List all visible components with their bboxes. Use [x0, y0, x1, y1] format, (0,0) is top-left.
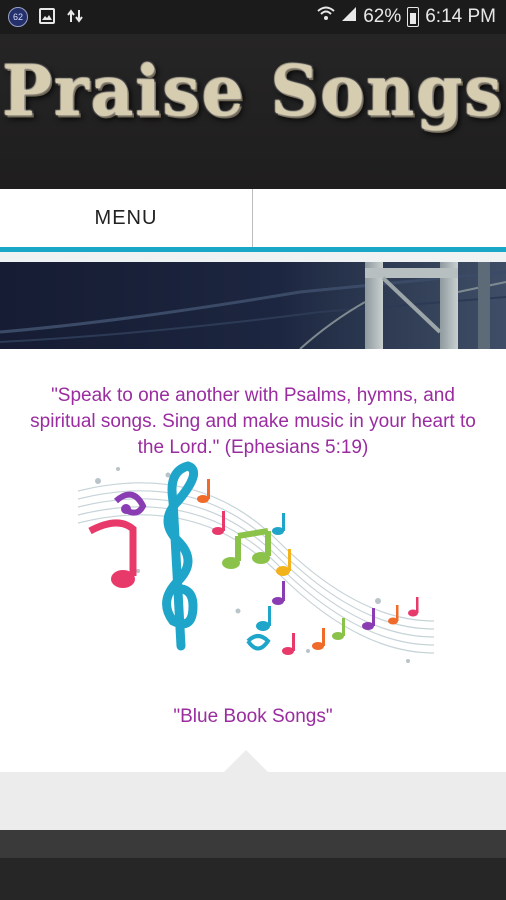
panel-pointer — [224, 750, 268, 772]
battery-icon — [407, 7, 420, 27]
bridge-banner-image — [0, 262, 506, 349]
bible-verse: "Speak to one another with Psalms, hymns… — [30, 385, 476, 458]
battery-percent: 62% — [363, 6, 402, 27]
blue-book-songs-link[interactable]: "Blue Book Songs" — [0, 706, 506, 728]
spacer-strip — [0, 252, 506, 262]
status-bar: 62 62% 6:14 PM — [0, 0, 506, 34]
main-content: "Speak to one another with Psalms, hymns… — [0, 349, 506, 772]
site-logo[interactable]: Praise Songs — [0, 50, 506, 132]
data-transfer-icon — [66, 8, 84, 26]
footer — [0, 858, 506, 900]
footer-strip — [0, 830, 506, 858]
grey-panel — [0, 772, 506, 830]
wifi-icon — [317, 6, 335, 28]
site-header: Praise Songs — [0, 34, 506, 189]
signal-icon — [341, 6, 357, 28]
notification-badge-icon: 62 — [8, 7, 28, 27]
menu-bar: MENU — [0, 189, 506, 249]
image-icon — [38, 8, 56, 26]
music-notes-illustration — [78, 461, 434, 663]
menu-bar-empty-cell — [253, 189, 506, 247]
menu-button[interactable]: MENU — [0, 189, 253, 247]
clock: 6:14 PM — [425, 6, 496, 27]
